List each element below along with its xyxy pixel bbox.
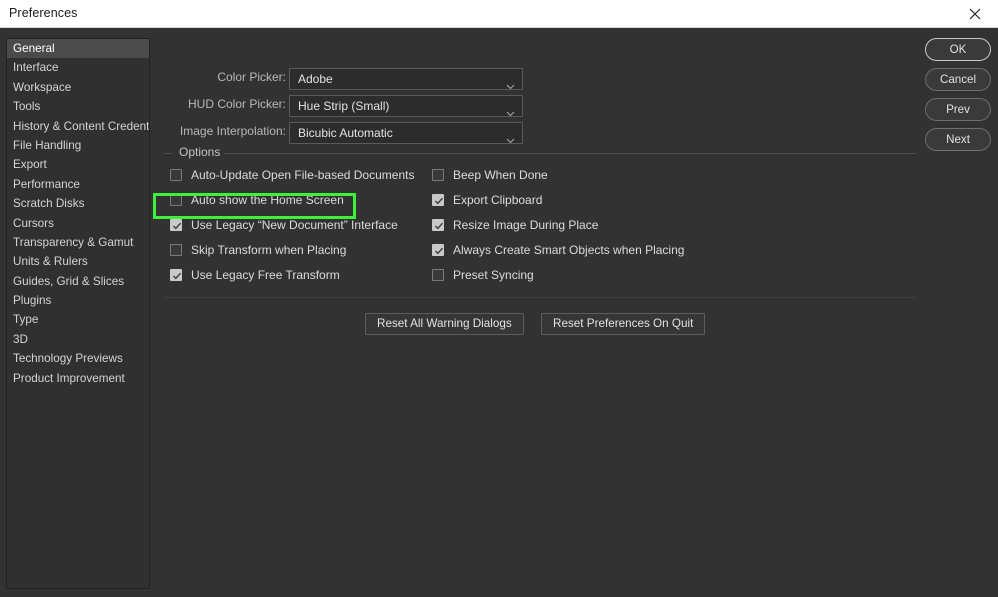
checkbox-auto-show-the-home-screen[interactable]: Auto show the Home Screen [170,191,344,209]
checkbox-preset-syncing[interactable]: Preset Syncing [432,266,534,284]
sidebar-item-label: 3D [13,332,28,346]
image-interpolation-select[interactable]: Bicubic Automatic [289,122,523,144]
sidebar-item-transparency-gamut[interactable]: Transparency & Gamut [7,233,149,252]
sidebar-item-3d[interactable]: 3D [7,330,149,349]
checkbox-unchecked-icon[interactable] [170,169,182,181]
checkbox-use-legacy-free-transform[interactable]: Use Legacy Free Transform [170,266,340,284]
checkbox-label: Auto show the Home Screen [191,193,344,207]
color-picker-label: Color Picker: [217,70,286,84]
hud-color-picker-label: HUD Color Picker: [187,97,286,111]
close-icon[interactable] [952,0,998,27]
sidebar-item-interface[interactable]: Interface [7,58,149,77]
sidebar-item-type[interactable]: Type [7,310,149,329]
preferences-dialog: General Interface Workspace Tools History & … [0,28,998,597]
general-settings-pane: Color Picker: Adobe HUD Color Picker: Hu… [160,28,920,597]
window-titlebar: Preferences [0,0,998,28]
checkbox-export-clipboard[interactable]: Export Clipboard [432,191,542,209]
next-button[interactable]: Next [925,128,991,151]
checkbox-checked-icon[interactable] [170,219,182,231]
checkbox-unchecked-icon[interactable] [432,269,444,281]
sidebar-item-workspace[interactable]: Workspace [7,78,149,97]
group-border-bottom [164,297,916,298]
checkbox-always-create-smart-objects-when-placing[interactable]: Always Create Smart Objects when Placing [432,241,684,259]
sidebar-item-technology-previews[interactable]: Technology Previews [7,349,149,368]
chevron-down-icon [506,77,515,95]
sidebar-item-label: Technology Previews [13,352,123,366]
sidebar-item-label: Product Improvement [13,371,125,385]
sidebar-item-label: Workspace [13,80,72,94]
sidebar-item-label: Guides, Grid & Slices [13,274,125,288]
checkbox-label: Use Legacy “New Document” Interface [191,218,398,232]
checkbox-beep-when-done[interactable]: Beep When Done [432,166,548,184]
cancel-button[interactable]: Cancel [925,68,991,91]
sidebar-item-label: Tools [13,100,41,114]
checkbox-label: Skip Transform when Placing [191,243,347,257]
sidebar-item-export[interactable]: Export [7,155,149,174]
sidebar-item-label: Units & Rulers [13,255,88,269]
sidebar-item-file-handling[interactable]: File Handling [7,136,149,155]
sidebar-item-label: History & Content Credentials [13,119,150,133]
color-picker-row: Color Picker: [160,68,286,90]
sidebar-item-label: Scratch Disks [13,197,85,211]
checkbox-checked-icon[interactable] [170,269,182,281]
sidebar-item-label: Transparency & Gamut [13,235,134,249]
checkbox-use-legacy-new-document-interface[interactable]: Use Legacy “New Document” Interface [170,216,398,234]
sidebar-item-label: Export [13,158,47,172]
checkbox-label: Beep When Done [453,168,548,182]
options-group-title: Options [179,145,221,159]
image-interpolation-value: Bicubic Automatic [298,126,393,140]
checkbox-unchecked-icon[interactable] [170,244,182,256]
sidebar-item-label: Type [13,313,39,327]
checkbox-checked-icon[interactable] [432,244,444,256]
checkbox-unchecked-icon[interactable] [170,194,182,206]
checkbox-label: Resize Image During Place [453,218,599,232]
image-interpolation-row: Image Interpolation: [160,122,286,144]
checkbox-unchecked-icon[interactable] [432,169,444,181]
checkbox-checked-icon[interactable] [432,194,444,206]
prev-button[interactable]: Prev [925,98,991,121]
options-group: Options Auto-Update Open File-based Docu… [164,143,916,298]
ok-button[interactable]: OK [925,38,991,61]
reset-button-preferences-on-quit[interactable]: Reset Preferences On Quit [541,313,706,335]
reset-button-all-warning-dialogs[interactable]: Reset All Warning Dialogs [365,313,524,335]
checkbox-skip-transform-when-placing[interactable]: Skip Transform when Placing [170,241,346,259]
color-picker-select[interactable]: Adobe [289,68,523,90]
sidebar-item-label: Interface [13,61,59,75]
checkbox-checked-icon[interactable] [432,219,444,231]
sidebar-item-product-improvement[interactable]: Product Improvement [7,369,149,388]
sidebar-item-general[interactable]: General [7,39,149,59]
sidebar-item-label: Cursors [13,216,54,230]
sidebar-item-guides-grid-slices[interactable]: Guides, Grid & Slices [7,272,149,291]
group-border-left [164,153,172,154]
dialog-action-buttons: OK Cancel Prev Next [925,38,991,158]
sidebar-item-performance[interactable]: Performance [7,175,149,194]
sidebar-item-units-rulers[interactable]: Units & Rulers [7,252,149,271]
sidebar-item-tools[interactable]: Tools [7,97,149,116]
checkbox-resize-image-during-place[interactable]: Resize Image During Place [432,216,598,234]
sidebar-item-label: Performance [13,177,80,191]
sidebar-item-cursors[interactable]: Cursors [7,214,149,233]
checkbox-label: Export Clipboard [453,193,543,207]
hud-color-picker-select[interactable]: Hue Strip (Small) [289,95,523,117]
color-picker-value: Adobe [298,72,333,86]
checkbox-auto-update-open-file-based-documents[interactable]: Auto-Update Open File-based Documents [170,166,414,184]
checkbox-label: Preset Syncing [453,268,534,282]
window-title: Preferences [9,6,78,20]
sidebar-item-label: Plugins [13,294,52,308]
checkbox-label: Use Legacy Free Transform [191,268,340,282]
sidebar-item-plugins[interactable]: Plugins [7,291,149,310]
group-border-top [224,153,916,154]
sidebar-item-scratch-disks[interactable]: Scratch Disks [7,194,149,213]
image-interpolation-label: Image Interpolation: [179,124,286,138]
hud-color-picker-value: Hue Strip (Small) [298,99,390,113]
checkbox-label: Auto-Update Open File-based Documents [191,168,415,182]
checkbox-label: Always Create Smart Objects when Placing [453,243,685,257]
chevron-down-icon [506,104,515,122]
sidebar-item-history-content-credentials[interactable]: History & Content Credentials [7,117,149,136]
preferences-category-list[interactable]: General Interface Workspace Tools History & … [6,38,150,589]
sidebar-item-label: File Handling [13,138,82,152]
hud-color-picker-row: HUD Color Picker: [160,95,286,117]
sidebar-item-label: General [13,42,55,55]
